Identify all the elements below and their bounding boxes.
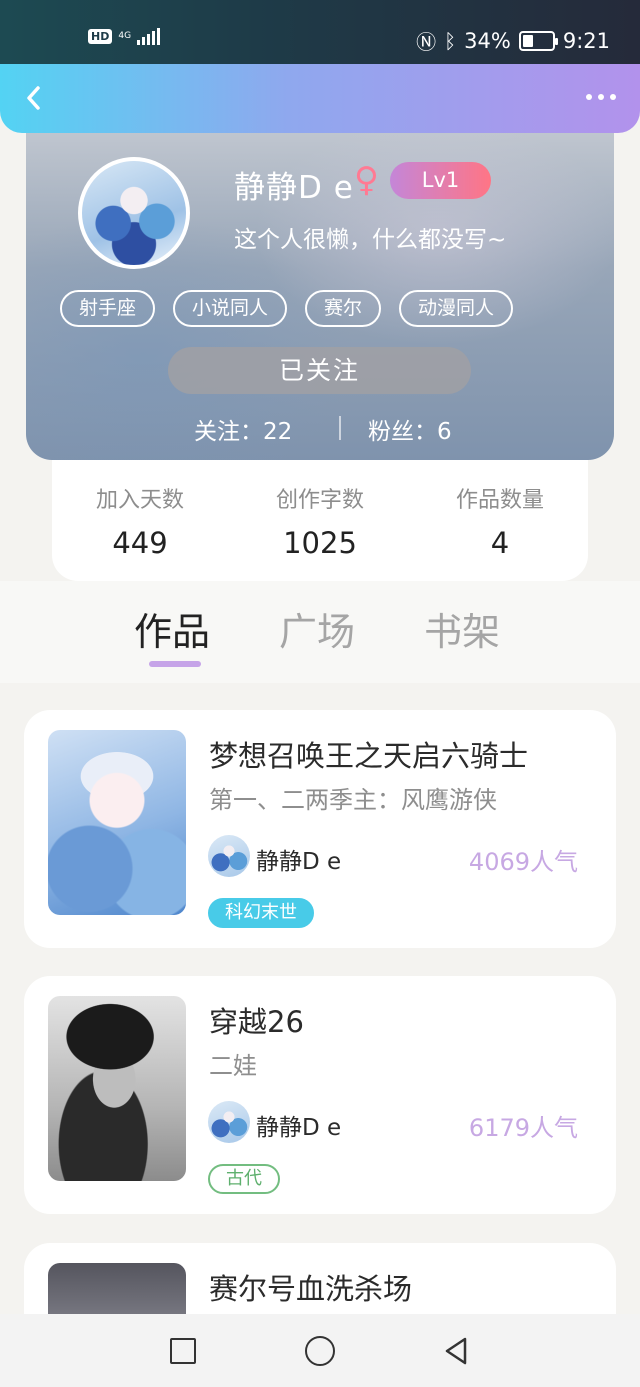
status-right: Ⓝ ᛒ 34% 9:21: [416, 26, 610, 55]
stat-value: 449: [112, 526, 168, 560]
work-subtitle: 第一、二两季主：风鹰游侠: [209, 786, 497, 814]
female-icon: ♀: [354, 160, 379, 200]
bluetooth-icon: ᛒ: [444, 28, 457, 53]
status-left: HD 4G: [88, 27, 161, 45]
home-icon[interactable]: [305, 1336, 335, 1366]
following-count[interactable]: 关注：22: [194, 412, 292, 446]
nickname: 静静D e: [234, 170, 354, 206]
tab-bookshelf[interactable]: 书架: [424, 601, 500, 656]
battery-icon: [518, 30, 558, 51]
profile-tag[interactable]: 动漫同人: [399, 290, 514, 327]
nfc-icon: Ⓝ: [416, 30, 437, 54]
author-name: 静静D e: [256, 1115, 342, 1141]
genre-tag: 古代: [208, 1164, 280, 1194]
popularity: 4069人气: [468, 848, 578, 876]
genre-tag: 科幻末世: [208, 898, 314, 928]
hd-badge: HD: [88, 28, 113, 44]
level-badge: Lv1: [390, 162, 491, 199]
profile-tag[interactable]: 小说同人: [173, 290, 288, 327]
signal-icon: [137, 27, 161, 45]
profile-tag[interactable]: 赛尔: [305, 290, 382, 327]
work-card[interactable]: 赛尔号血洗杀场: [24, 1243, 616, 1314]
fans-count[interactable]: 粉丝：6: [368, 412, 452, 446]
count-divider: [339, 416, 341, 440]
stat-join-days: 加入天数 449: [65, 482, 215, 560]
work-card[interactable]: 穿越26 二娃 静静D e 6179人气 古代: [24, 976, 616, 1214]
work-title: 梦想召唤王之天启六骑士: [209, 739, 529, 773]
work-title: 赛尔号血洗杀场: [209, 1272, 413, 1306]
tab-works[interactable]: 作品: [134, 601, 210, 656]
clock: 9:21: [562, 28, 610, 53]
tab-indicator: [149, 661, 201, 667]
network-type: 4G: [118, 30, 132, 41]
work-cover: [48, 1263, 186, 1314]
nav-header: [0, 64, 640, 133]
tab-bar: 作品 广场 书架: [0, 581, 640, 683]
stat-label: 加入天数: [95, 488, 184, 513]
follow-counts: 关注：22 粉丝：6: [26, 412, 614, 446]
system-nav-bar: [0, 1314, 640, 1387]
more-icon[interactable]: [586, 94, 616, 100]
recents-icon[interactable]: [170, 1338, 196, 1364]
stat-value: 4: [490, 526, 510, 560]
popularity: 6179人气: [468, 1114, 578, 1142]
work-cover: [48, 730, 186, 915]
battery-percent: 34%: [464, 28, 511, 53]
stats-card: 加入天数 449 创作字数 1025 作品数量 4: [52, 460, 588, 581]
stat-label: 创作字数: [275, 488, 364, 513]
work-title: 穿越26: [209, 1005, 304, 1039]
back-icon[interactable]: [22, 82, 48, 114]
author-name: 静静D e: [256, 849, 342, 875]
system-back-icon[interactable]: [443, 1336, 469, 1366]
tab-square[interactable]: 广场: [279, 601, 355, 656]
author-avatar: [208, 1101, 250, 1143]
status-bar: HD 4G Ⓝ ᛒ 34% 9:21: [0, 0, 640, 64]
profile-tags: 射手座 小说同人 赛尔 动漫同人: [60, 290, 514, 327]
work-cover: [48, 996, 186, 1181]
author-avatar: [208, 835, 250, 877]
follow-button[interactable]: 已关注: [168, 347, 471, 394]
avatar[interactable]: [78, 157, 190, 269]
stat-word-count: 创作字数 1025: [245, 482, 395, 560]
avatar-image: [82, 161, 186, 265]
profile-card: 静静D e ♀ Lv1 这个人很懒，什么都没写~ 射手座 小说同人 赛尔 动漫同…: [26, 110, 614, 460]
stat-works-count: 作品数量 4: [425, 482, 575, 560]
bio: 这个人很懒，什么都没写~: [234, 227, 507, 253]
stat-label: 作品数量: [455, 488, 544, 513]
profile-tag[interactable]: 射手座: [60, 290, 156, 327]
work-card[interactable]: 梦想召唤王之天启六骑士 第一、二两季主：风鹰游侠 静静D e 4069人气 科幻…: [24, 710, 616, 948]
stat-value: 1025: [283, 526, 357, 560]
work-subtitle: 二娃: [209, 1052, 257, 1080]
